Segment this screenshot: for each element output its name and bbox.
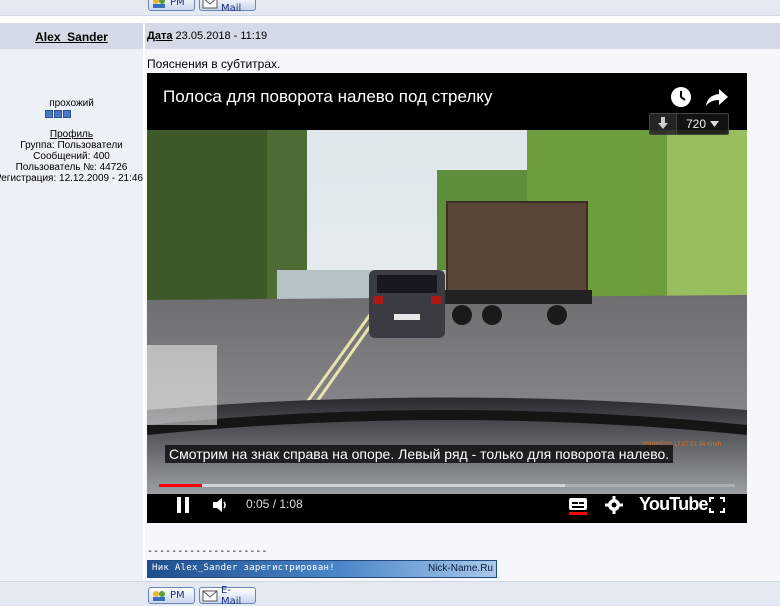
youtube-logo[interactable]: YouTube — [639, 494, 709, 515]
email-button[interactable]: E-Mail — [199, 0, 256, 14]
user-posts: Сообщений: 400 — [33, 151, 110, 162]
played-bar — [159, 484, 202, 487]
watch-later-icon[interactable] — [670, 86, 692, 111]
pm-button-label: PM — [170, 590, 185, 601]
user-registration-text: Регистрация: 12.12.2009 - 21:46 — [0, 173, 143, 184]
pm-button[interactable]: PM — [148, 0, 195, 11]
share-icon[interactable] — [705, 86, 729, 111]
mail-icon — [202, 0, 218, 9]
email-button[interactable]: E-Mail — [199, 584, 256, 607]
video-title[interactable]: Полоса для поворота налево под стрелку — [163, 87, 492, 107]
fullscreen-icon[interactable] — [709, 497, 725, 516]
email-button-label: E-Mail — [221, 0, 242, 14]
subtitles-icon[interactable] — [568, 497, 588, 518]
banner-site: Nick-Name.Ru — [427, 563, 493, 574]
pm-button[interactable]: PM — [148, 587, 195, 604]
rank-pip-icon — [45, 110, 53, 118]
buffered-bar — [159, 484, 565, 487]
settings-gear-icon[interactable] — [605, 496, 623, 517]
author-name-link[interactable]: Alex_Sander — [0, 30, 143, 44]
user-number: Пользователь №: 44726 — [15, 162, 128, 173]
user-rank: прохожий — [49, 98, 94, 109]
quality-selector[interactable]: 720 — [649, 113, 729, 135]
bottom-action-bar: PM E-Mail — [0, 581, 780, 607]
profile-link[interactable]: Профиль — [0, 129, 143, 140]
progress-bar[interactable] — [159, 484, 735, 487]
volume-icon[interactable] — [212, 497, 230, 516]
quality-value[interactable]: 720 — [676, 114, 728, 134]
user-group: Группа: Пользователи — [20, 140, 123, 151]
mail-icon — [202, 589, 218, 602]
date-value: 23.05.2018 - 11:19 — [175, 30, 268, 42]
user-registration: Регистрация: 12.12.2009 - 21:46 — [0, 173, 143, 184]
caption-text: Смотрим на знак справа на опоре. Левый р… — [165, 445, 674, 463]
signature-banner[interactable]: Ник Alex_Sander зарегистрирован! Nick-Na… — [147, 560, 497, 578]
quality-label: 720 — [685, 117, 707, 131]
pm-icon — [151, 0, 167, 9]
banner-text: Ник Alex_Sander зарегистрирован! — [152, 563, 335, 573]
rank-pip-icon — [63, 110, 71, 118]
time-display: 0:05 / 1:08 — [246, 497, 303, 511]
video-frame: 2018/05/22 17:07:51 34 Km/h — [147, 130, 747, 494]
pause-icon[interactable] — [175, 496, 191, 517]
download-icon[interactable] — [650, 114, 676, 134]
chevron-down-icon — [710, 121, 720, 127]
top-action-bar: PM E-Mail — [0, 0, 780, 16]
rank-pips — [45, 110, 71, 118]
signature-divider: -------------------- — [147, 546, 268, 557]
pm-icon — [151, 589, 167, 602]
pm-button-label: PM — [170, 0, 185, 8]
rank-pip-icon — [54, 110, 62, 118]
date-label-link[interactable]: Дата — [147, 30, 172, 42]
post-message: Пояснения в субтитрах. — [147, 57, 281, 71]
post-date: Дата 23.05.2018 - 11:19 — [147, 30, 267, 42]
video-player[interactable]: Полоса для поворота налево под стрелку 2… — [147, 73, 747, 523]
email-button-label: E-Mail — [221, 584, 242, 607]
